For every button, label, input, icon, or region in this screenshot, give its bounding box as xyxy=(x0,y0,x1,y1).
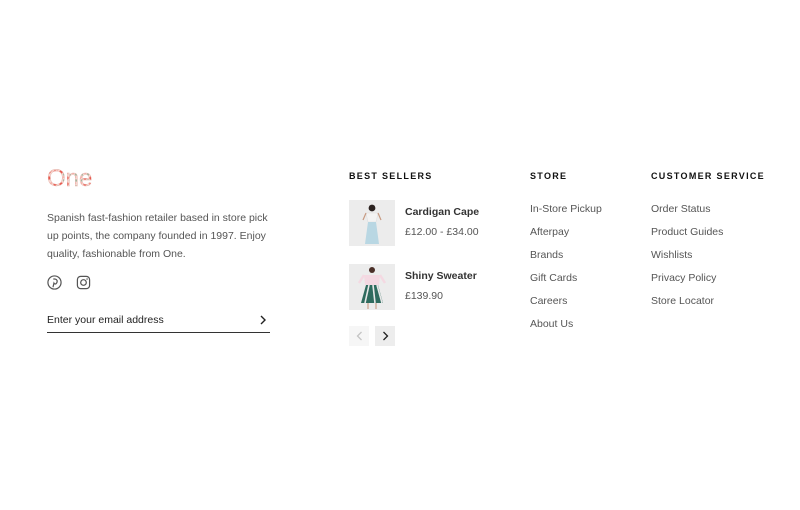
brand-description: Spanish fast-fashion retailer based in s… xyxy=(47,212,268,260)
store-link[interactable]: About Us xyxy=(530,318,602,341)
product-thumbnail[interactable] xyxy=(349,264,395,310)
product-price: £139.90 xyxy=(405,290,443,302)
email-input[interactable] xyxy=(47,314,237,326)
product-card[interactable]: Cardigan Cape £12.00 - £34.00 xyxy=(349,200,479,246)
chevron-left-icon[interactable] xyxy=(349,326,369,346)
logo-mark: One xyxy=(47,165,93,192)
store-link[interactable]: Brands xyxy=(530,249,602,272)
instagram-icon[interactable] xyxy=(76,275,91,290)
product-name[interactable]: Shiny Sweater xyxy=(405,270,477,282)
product-thumbnail[interactable] xyxy=(349,200,395,246)
customer-service-link[interactable]: Order Status xyxy=(651,203,723,226)
svg-text:One: One xyxy=(47,165,92,192)
carousel-controls xyxy=(349,326,395,346)
pinterest-icon[interactable] xyxy=(47,275,62,290)
customer-service-link[interactable]: Wishlists xyxy=(651,249,723,272)
product-card[interactable]: Shiny Sweater £139.90 xyxy=(349,264,477,310)
customer-service-link[interactable]: Product Guides xyxy=(651,226,723,249)
product-name[interactable]: Cardigan Cape xyxy=(405,206,479,218)
store-link[interactable]: Gift Cards xyxy=(530,272,602,295)
customer-service-links: Order Status Product Guides Wishlists Pr… xyxy=(651,203,723,318)
store-link[interactable]: In-Store Pickup xyxy=(530,203,602,226)
store-link[interactable]: Afterpay xyxy=(530,226,602,249)
newsletter-form xyxy=(47,308,270,333)
submit-arrow-icon[interactable] xyxy=(256,313,270,327)
social-links xyxy=(47,275,91,290)
customer-service-heading: CUSTOMER SERVICE xyxy=(651,171,765,181)
chevron-right-icon[interactable] xyxy=(375,326,395,346)
customer-service-link[interactable]: Privacy Policy xyxy=(651,272,723,295)
customer-service-link[interactable]: Store Locator xyxy=(651,295,723,318)
store-links: In-Store Pickup Afterpay Brands Gift Car… xyxy=(530,203,602,341)
best-sellers-heading: BEST SELLERS xyxy=(349,171,433,181)
brand-logo[interactable]: One xyxy=(47,164,107,192)
store-heading: STORE xyxy=(530,171,568,181)
site-footer: One Spanish fast-fashion retailer based … xyxy=(0,0,800,510)
product-price: £12.00 - £34.00 xyxy=(405,226,479,238)
store-link[interactable]: Careers xyxy=(530,295,602,318)
